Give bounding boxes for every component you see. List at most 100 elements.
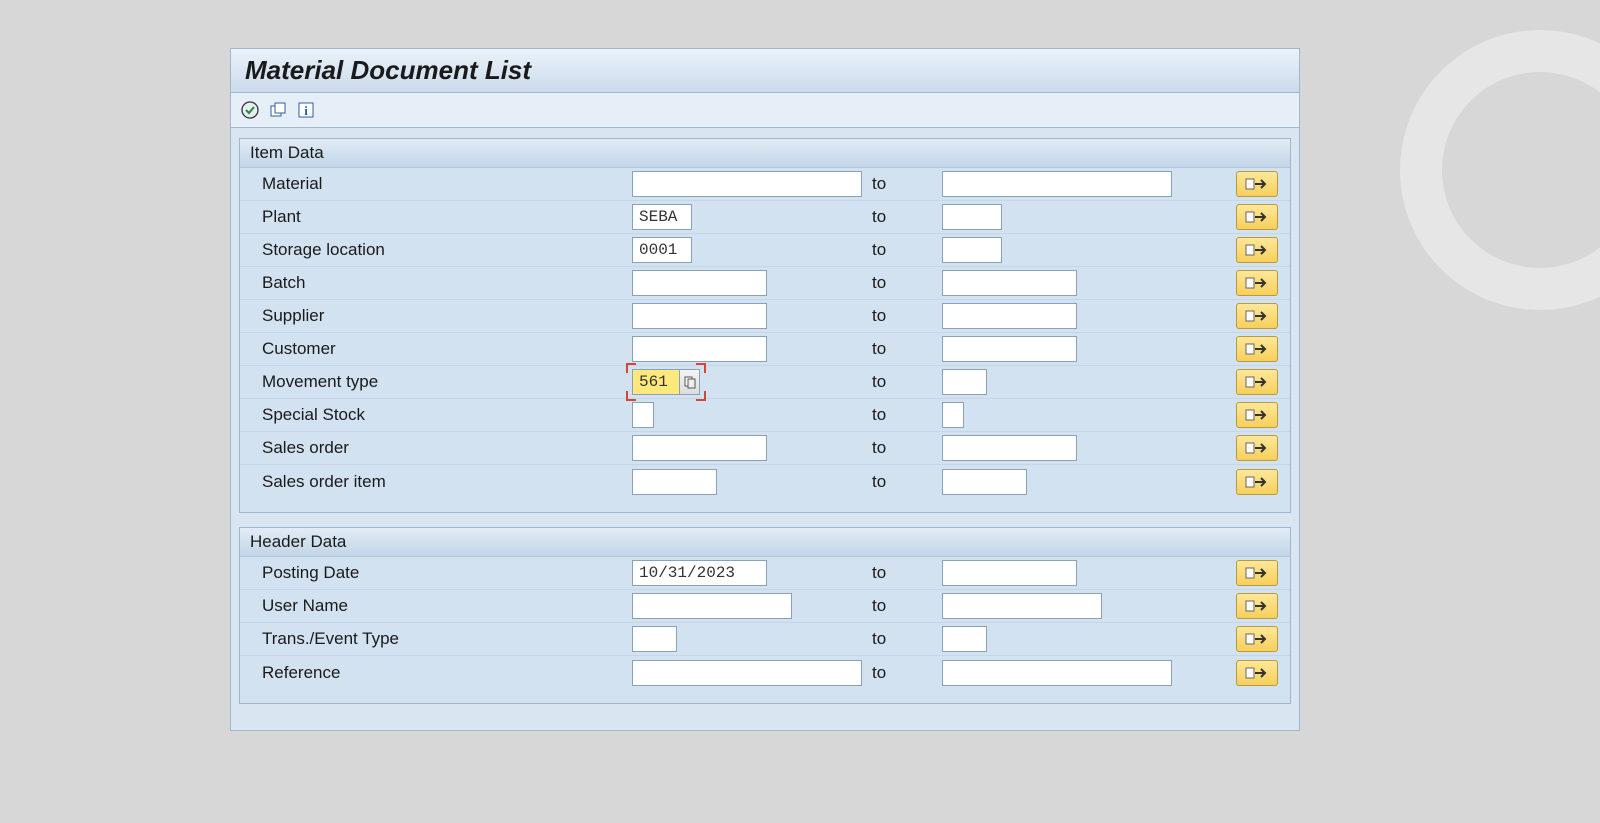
- field-label: Special Stock: [262, 405, 632, 425]
- from-cell: [632, 336, 872, 362]
- to-label: to: [872, 273, 942, 293]
- from-cell: [632, 369, 872, 395]
- multiple-selection-icon: [1245, 565, 1269, 581]
- multiple-selection-button[interactable]: [1236, 435, 1278, 461]
- selection-row: Materialto: [240, 168, 1290, 201]
- from-cell: [632, 204, 872, 230]
- to-input[interactable]: [942, 270, 1077, 296]
- multiple-selection-button[interactable]: [1236, 402, 1278, 428]
- to-input[interactable]: [942, 402, 964, 428]
- to-input[interactable]: [942, 469, 1027, 495]
- to-input[interactable]: [942, 560, 1077, 586]
- multi-cell: [1236, 593, 1278, 619]
- to-label: to: [872, 472, 942, 492]
- from-input[interactable]: [632, 402, 654, 428]
- from-input[interactable]: [632, 303, 767, 329]
- to-cell: [942, 204, 1182, 230]
- multiple-selection-button[interactable]: [1236, 204, 1278, 230]
- to-input[interactable]: [942, 435, 1077, 461]
- multi-cell: [1236, 469, 1278, 495]
- to-label: to: [872, 240, 942, 260]
- multiple-selection-button[interactable]: [1236, 660, 1278, 686]
- execute-button[interactable]: [239, 99, 261, 121]
- toolbar: i: [231, 93, 1299, 128]
- variants-button[interactable]: [267, 99, 289, 121]
- selection-row: Customerto: [240, 333, 1290, 366]
- selection-row: Supplierto: [240, 300, 1290, 333]
- from-input[interactable]: [632, 435, 767, 461]
- watermark-ring: [1400, 30, 1600, 310]
- selection-row: Storage location to: [240, 234, 1290, 267]
- from-cell: [632, 402, 872, 428]
- from-input[interactable]: [632, 336, 767, 362]
- from-input[interactable]: [632, 237, 692, 263]
- selection-row: Batch to: [240, 267, 1290, 300]
- multi-cell: [1236, 626, 1278, 652]
- selection-row: Posting Dateto: [240, 557, 1290, 590]
- field-label: Batch: [262, 273, 632, 293]
- from-input[interactable]: [632, 204, 692, 230]
- to-input[interactable]: [942, 369, 987, 395]
- multi-cell: [1236, 660, 1278, 686]
- selection-row: Sales order itemto: [240, 465, 1290, 498]
- field-label: Customer: [262, 339, 632, 359]
- to-input[interactable]: [942, 237, 1002, 263]
- from-input[interactable]: [632, 369, 680, 395]
- field-label: Sales order: [262, 438, 632, 458]
- selection-row: Sales order to: [240, 432, 1290, 465]
- multiple-selection-button[interactable]: [1236, 336, 1278, 362]
- multiple-selection-button[interactable]: [1236, 369, 1278, 395]
- from-input[interactable]: [632, 560, 767, 586]
- multiple-selection-button[interactable]: [1236, 237, 1278, 263]
- to-cell: [942, 336, 1182, 362]
- to-input[interactable]: [942, 204, 1002, 230]
- multiple-selection-icon: [1245, 242, 1269, 258]
- from-input[interactable]: [632, 593, 792, 619]
- info-button[interactable]: i: [295, 99, 317, 121]
- from-input[interactable]: [632, 660, 862, 686]
- to-input[interactable]: [942, 626, 987, 652]
- multiple-selection-icon: [1245, 598, 1269, 614]
- from-cell: [632, 303, 872, 329]
- field-label: Trans./Event Type: [262, 629, 632, 649]
- multi-cell: [1236, 369, 1278, 395]
- to-input[interactable]: [942, 660, 1172, 686]
- selection-row: Referenceto: [240, 656, 1290, 689]
- multi-cell: [1236, 435, 1278, 461]
- multiple-selection-icon: [1245, 407, 1269, 423]
- multiple-selection-button[interactable]: [1236, 626, 1278, 652]
- to-input[interactable]: [942, 171, 1172, 197]
- from-input[interactable]: [632, 270, 767, 296]
- to-input[interactable]: [942, 303, 1077, 329]
- to-label: to: [872, 596, 942, 616]
- multiple-selection-button[interactable]: [1236, 560, 1278, 586]
- multiple-selection-button[interactable]: [1236, 270, 1278, 296]
- f4-help-button[interactable]: [680, 369, 700, 395]
- from-input[interactable]: [632, 171, 862, 197]
- multiple-selection-button[interactable]: [1236, 303, 1278, 329]
- from-cell: [632, 469, 872, 495]
- field-label: Supplier: [262, 306, 632, 326]
- to-cell: [942, 171, 1182, 197]
- multi-cell: [1236, 402, 1278, 428]
- multiple-selection-icon: [1245, 341, 1269, 357]
- to-input[interactable]: [942, 336, 1077, 362]
- multiple-selection-button[interactable]: [1236, 469, 1278, 495]
- multiple-selection-icon: [1245, 374, 1269, 390]
- multiple-selection-button[interactable]: [1236, 593, 1278, 619]
- field-label: Material: [262, 174, 632, 194]
- selection-row: User Nameto: [240, 590, 1290, 623]
- from-input[interactable]: [632, 626, 677, 652]
- to-label: to: [872, 438, 942, 458]
- to-input[interactable]: [942, 593, 1102, 619]
- group-header: Item Data: [240, 139, 1290, 168]
- from-input[interactable]: [632, 469, 717, 495]
- from-cell: [632, 270, 872, 296]
- selection-row: Movement typeto: [240, 366, 1290, 399]
- to-cell: [942, 560, 1182, 586]
- multiple-selection-button[interactable]: [1236, 171, 1278, 197]
- to-label: to: [872, 372, 942, 392]
- multi-cell: [1236, 171, 1278, 197]
- field-label: Storage location: [262, 240, 632, 260]
- multi-cell: [1236, 560, 1278, 586]
